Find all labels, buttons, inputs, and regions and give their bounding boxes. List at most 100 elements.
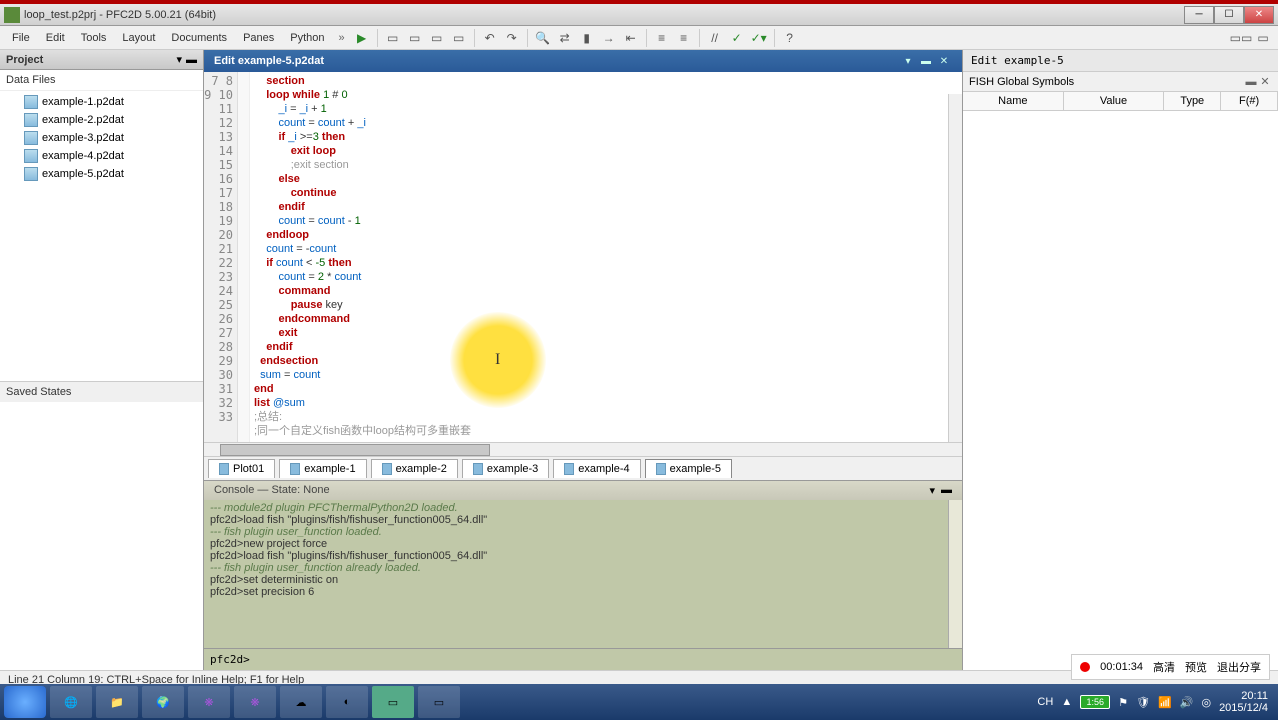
menu-python[interactable]: Python xyxy=(282,29,332,47)
bookmark-icon[interactable]: ▮ xyxy=(577,28,597,48)
tray-icon-1[interactable]: ▲ xyxy=(1061,696,1072,708)
file-tab[interactable]: example-3 xyxy=(462,459,549,478)
clock[interactable]: 20:11 2015/12/4 xyxy=(1219,690,1268,714)
menu-tools[interactable]: Tools xyxy=(73,29,115,47)
right-tab[interactable]: Edit example-5 xyxy=(963,50,1278,72)
code-area[interactable]: section loop while 1 # 0 _i = _i + 1 cou… xyxy=(250,72,962,442)
rec-hq[interactable]: 高清 xyxy=(1153,659,1175,675)
panel-close-icon[interactable]: ▬ xyxy=(186,54,197,66)
tray-icon-4[interactable]: 📶 xyxy=(1158,696,1172,709)
doc-icon-2[interactable]: ▭ xyxy=(405,28,425,48)
run-icon[interactable]: ▶ xyxy=(352,28,372,48)
file-tabs: Plot01example-1example-2example-3example… xyxy=(204,456,962,480)
file-icon xyxy=(24,167,38,181)
editor-close-icon[interactable]: ✕ xyxy=(936,54,952,68)
help-icon[interactable]: ? xyxy=(780,28,800,48)
taskbar-app-2[interactable]: 📁 xyxy=(96,686,138,718)
file-tab[interactable]: example-4 xyxy=(553,459,640,478)
taskbar-app-4[interactable]: ❋ xyxy=(188,686,230,718)
layout-icon[interactable]: ▭▭ xyxy=(1231,28,1251,48)
editor-header: Edit example-5.p2dat ▾ ▬ ✕ xyxy=(204,50,962,72)
tree-item[interactable]: example-5.p2dat xyxy=(0,165,203,183)
check2-icon[interactable]: ✓▾ xyxy=(749,28,769,48)
console-prompt[interactable]: pfc2d> xyxy=(204,648,962,670)
tree-item[interactable]: example-3.p2dat xyxy=(0,129,203,147)
redo-icon[interactable]: ↷ xyxy=(502,28,522,48)
file-tab[interactable]: example-5 xyxy=(645,459,732,478)
tray-icon-5[interactable]: ◎ xyxy=(1201,696,1211,709)
editor-title: Edit example-5.p2dat xyxy=(214,55,898,67)
tree-item[interactable]: example-1.p2dat xyxy=(0,93,203,111)
rec-preview[interactable]: 预览 xyxy=(1185,659,1207,675)
panel-dropdown-icon[interactable]: ▾ xyxy=(176,53,182,66)
outdent-icon[interactable]: ⇤ xyxy=(621,28,641,48)
indent-left-icon[interactable]: ≡ xyxy=(652,28,672,48)
taskbar-app-3[interactable]: 🌍 xyxy=(142,686,184,718)
editor-dropdown-icon[interactable]: ▾ xyxy=(900,54,916,68)
tray-icon-3[interactable]: 🛡 xyxy=(1136,696,1150,709)
menu-edit[interactable]: Edit xyxy=(38,29,73,47)
battery-icon[interactable]: 1:56 xyxy=(1080,695,1110,709)
indent-right-icon[interactable]: ≡ xyxy=(674,28,694,48)
fold-gutter[interactable] xyxy=(238,72,250,442)
editor-vscroll[interactable] xyxy=(948,94,962,442)
console-vscroll[interactable] xyxy=(948,500,962,648)
layout2-icon[interactable]: ▭ xyxy=(1253,28,1273,48)
taskbar-app-6[interactable]: ☁ xyxy=(280,686,322,718)
check-icon[interactable]: ✓ xyxy=(727,28,747,48)
taskbar: 🌐 📁 🌍 ❋ ❋ ☁ ◐ ▭ ▭ CH ▲ 1:56 ⚑ 🛡 📶 🔊 ◎ 20… xyxy=(0,684,1278,720)
symbols-close-icon[interactable]: ✕ xyxy=(1258,75,1272,88)
file-label: example-5.p2dat xyxy=(42,168,124,180)
project-panel: Project ▾ ▬ Data Files example-1.p2dat ex… xyxy=(0,50,204,670)
symbols-min-icon[interactable]: ▬ xyxy=(1244,76,1258,88)
data-files-header: Data Files xyxy=(0,70,203,91)
col-name[interactable]: Name xyxy=(963,92,1064,110)
col-value[interactable]: Value xyxy=(1064,92,1165,110)
file-label: example-1.p2dat xyxy=(42,96,124,108)
code-editor[interactable]: 7 8 9 10 11 12 13 14 15 16 17 18 19 20 2… xyxy=(204,72,962,442)
file-tab[interactable]: example-1 xyxy=(279,459,366,478)
taskbar-app-1[interactable]: 🌐 xyxy=(50,686,92,718)
doc-icon-4[interactable]: ▭ xyxy=(449,28,469,48)
taskbar-app-8[interactable]: ▭ xyxy=(372,686,414,718)
console-dropdown-icon[interactable]: ▾ xyxy=(929,484,935,497)
tree-item[interactable]: example-4.p2dat xyxy=(0,147,203,165)
undo-icon[interactable]: ↶ xyxy=(480,28,500,48)
find-icon[interactable]: 🔍 xyxy=(533,28,553,48)
file-tab[interactable]: Plot01 xyxy=(208,459,275,478)
menu-documents[interactable]: Documents xyxy=(163,29,235,47)
console-output[interactable]: --- module2d plugin PFCThermalPython2D l… xyxy=(204,500,962,648)
minimize-button[interactable]: ─ xyxy=(1184,6,1214,24)
start-button[interactable] xyxy=(4,686,46,718)
text-cursor-icon: I xyxy=(495,353,500,367)
taskbar-app-7[interactable]: ◐ xyxy=(326,686,368,718)
maximize-button[interactable]: ☐ xyxy=(1214,6,1244,24)
menu-overflow[interactable]: » xyxy=(333,32,351,44)
tab-icon xyxy=(290,463,300,475)
comment-icon[interactable]: // xyxy=(705,28,725,48)
doc-icon-1[interactable]: ▭ xyxy=(383,28,403,48)
taskbar-app-5[interactable]: ❋ xyxy=(234,686,276,718)
file-tab[interactable]: example-2 xyxy=(371,459,458,478)
rec-exit[interactable]: 退出分享 xyxy=(1217,659,1261,675)
goto-icon[interactable]: → xyxy=(599,28,619,48)
menubar: File Edit Tools Layout Documents Panes P… xyxy=(0,26,1278,50)
col-f[interactable]: F(#) xyxy=(1221,92,1278,110)
col-type[interactable]: Type xyxy=(1164,92,1221,110)
taskbar-app-9[interactable]: ▭ xyxy=(418,686,460,718)
tree-item[interactable]: example-2.p2dat xyxy=(0,111,203,129)
editor-hscroll[interactable] xyxy=(204,442,962,456)
file-label: example-3.p2dat xyxy=(42,132,124,144)
replace-icon[interactable]: ⇄ xyxy=(555,28,575,48)
console-min-icon[interactable]: ▬ xyxy=(941,484,952,497)
doc-icon-3[interactable]: ▭ xyxy=(427,28,447,48)
close-button[interactable]: ✕ xyxy=(1244,6,1274,24)
editor-min-icon[interactable]: ▬ xyxy=(918,54,934,68)
tray-icon-2[interactable]: ⚑ xyxy=(1118,696,1128,709)
project-header: Project xyxy=(6,54,176,66)
menu-panes[interactable]: Panes xyxy=(235,29,282,47)
menu-file[interactable]: File xyxy=(4,29,38,47)
menu-layout[interactable]: Layout xyxy=(114,29,163,47)
ime-indicator[interactable]: CH xyxy=(1037,696,1053,708)
volume-icon[interactable]: 🔊 xyxy=(1180,696,1194,709)
